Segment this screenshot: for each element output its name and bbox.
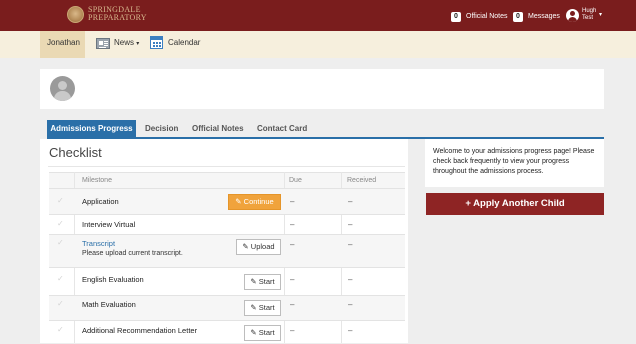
check-icon: ✓ — [57, 325, 64, 334]
tab-official-notes[interactable]: Official Notes — [192, 120, 244, 137]
milestone-math-evaluation: Math Evaluation — [82, 300, 136, 309]
received-value: – — [348, 300, 353, 309]
received-value: – — [348, 197, 353, 206]
due-value: – — [290, 220, 295, 229]
nav-item-news[interactable]: News ▾ — [114, 38, 139, 47]
received-value: – — [348, 326, 353, 335]
received-value: – — [348, 220, 353, 229]
start-button-math[interactable]: ✎ Start — [244, 300, 281, 316]
start-button-recommendation[interactable]: ✎ Start — [244, 325, 281, 341]
check-icon: ✓ — [57, 196, 64, 205]
divider — [48, 166, 405, 167]
milestone-interview-virtual: Interview Virtual — [82, 220, 136, 229]
nav-item-calendar[interactable]: Calendar — [168, 38, 200, 47]
tab-contact-card[interactable]: Contact Card — [257, 120, 307, 137]
due-value: – — [290, 240, 295, 249]
calendar-icon[interactable] — [150, 36, 163, 49]
milestone-additional-recommendation-letter: Additional Recommendation Letter — [82, 326, 198, 335]
messages-count-badge[interactable]: 0 — [513, 12, 523, 22]
nav-item-jonathan[interactable]: Jonathan — [47, 38, 80, 47]
upload-button[interactable]: ✎ Upload — [236, 239, 281, 255]
milestone-application: Application — [82, 197, 119, 206]
check-icon: ✓ — [57, 274, 64, 283]
apply-another-child-button[interactable]: + Apply Another Child — [426, 193, 604, 215]
column-header-milestone: Milestone — [82, 177, 112, 184]
received-value: – — [348, 240, 353, 249]
official-notes-link[interactable]: Official Notes — [466, 13, 508, 20]
user-first-name: Hugh — [582, 8, 597, 14]
tab-decision[interactable]: Decision — [145, 120, 178, 137]
due-value: – — [290, 197, 295, 206]
column-header-due: Due — [289, 177, 302, 184]
check-icon: ✓ — [57, 299, 64, 308]
transcript-instructions: Please upload current transcript. — [82, 250, 183, 257]
nav-news-label: News — [114, 38, 135, 47]
user-menu[interactable]: Hugh Test — [582, 8, 596, 22]
official-notes-count-badge[interactable]: 0 — [451, 12, 461, 22]
profile-card — [40, 69, 604, 109]
avatar-placeholder-icon — [50, 76, 75, 101]
school-logo-text[interactable]: SPRINGDALE PREPARATORY — [88, 6, 147, 22]
messages-link[interactable]: Messages — [528, 13, 560, 20]
logo-line-2: PREPARATORY — [88, 13, 147, 22]
tab-admissions-progress[interactable]: Admissions Progress — [47, 120, 136, 137]
due-value: – — [290, 326, 295, 335]
milestone-english-evaluation: English Evaluation — [82, 275, 144, 284]
school-seal-icon[interactable] — [67, 6, 84, 23]
received-value: – — [348, 275, 353, 284]
user-circle-icon[interactable] — [566, 9, 579, 22]
check-icon: ✓ — [57, 238, 64, 247]
start-button-english[interactable]: ✎ Start — [244, 274, 281, 290]
checklist-title: Checklist — [49, 145, 102, 160]
due-value: – — [290, 300, 295, 309]
welcome-text: Welcome to your admissions progress page… — [433, 148, 595, 175]
news-icon[interactable] — [96, 38, 110, 49]
continue-button[interactable]: ✎ Continue — [228, 194, 281, 210]
user-menu-caret-icon[interactable]: ▾ — [599, 11, 602, 18]
column-header-received: Received — [347, 177, 377, 184]
user-last-name: Test — [582, 15, 594, 21]
check-icon: ✓ — [57, 219, 64, 228]
news-caret-icon: ▾ — [136, 41, 140, 47]
milestone-transcript-link[interactable]: Transcript — [82, 239, 115, 248]
due-value: – — [290, 275, 295, 284]
